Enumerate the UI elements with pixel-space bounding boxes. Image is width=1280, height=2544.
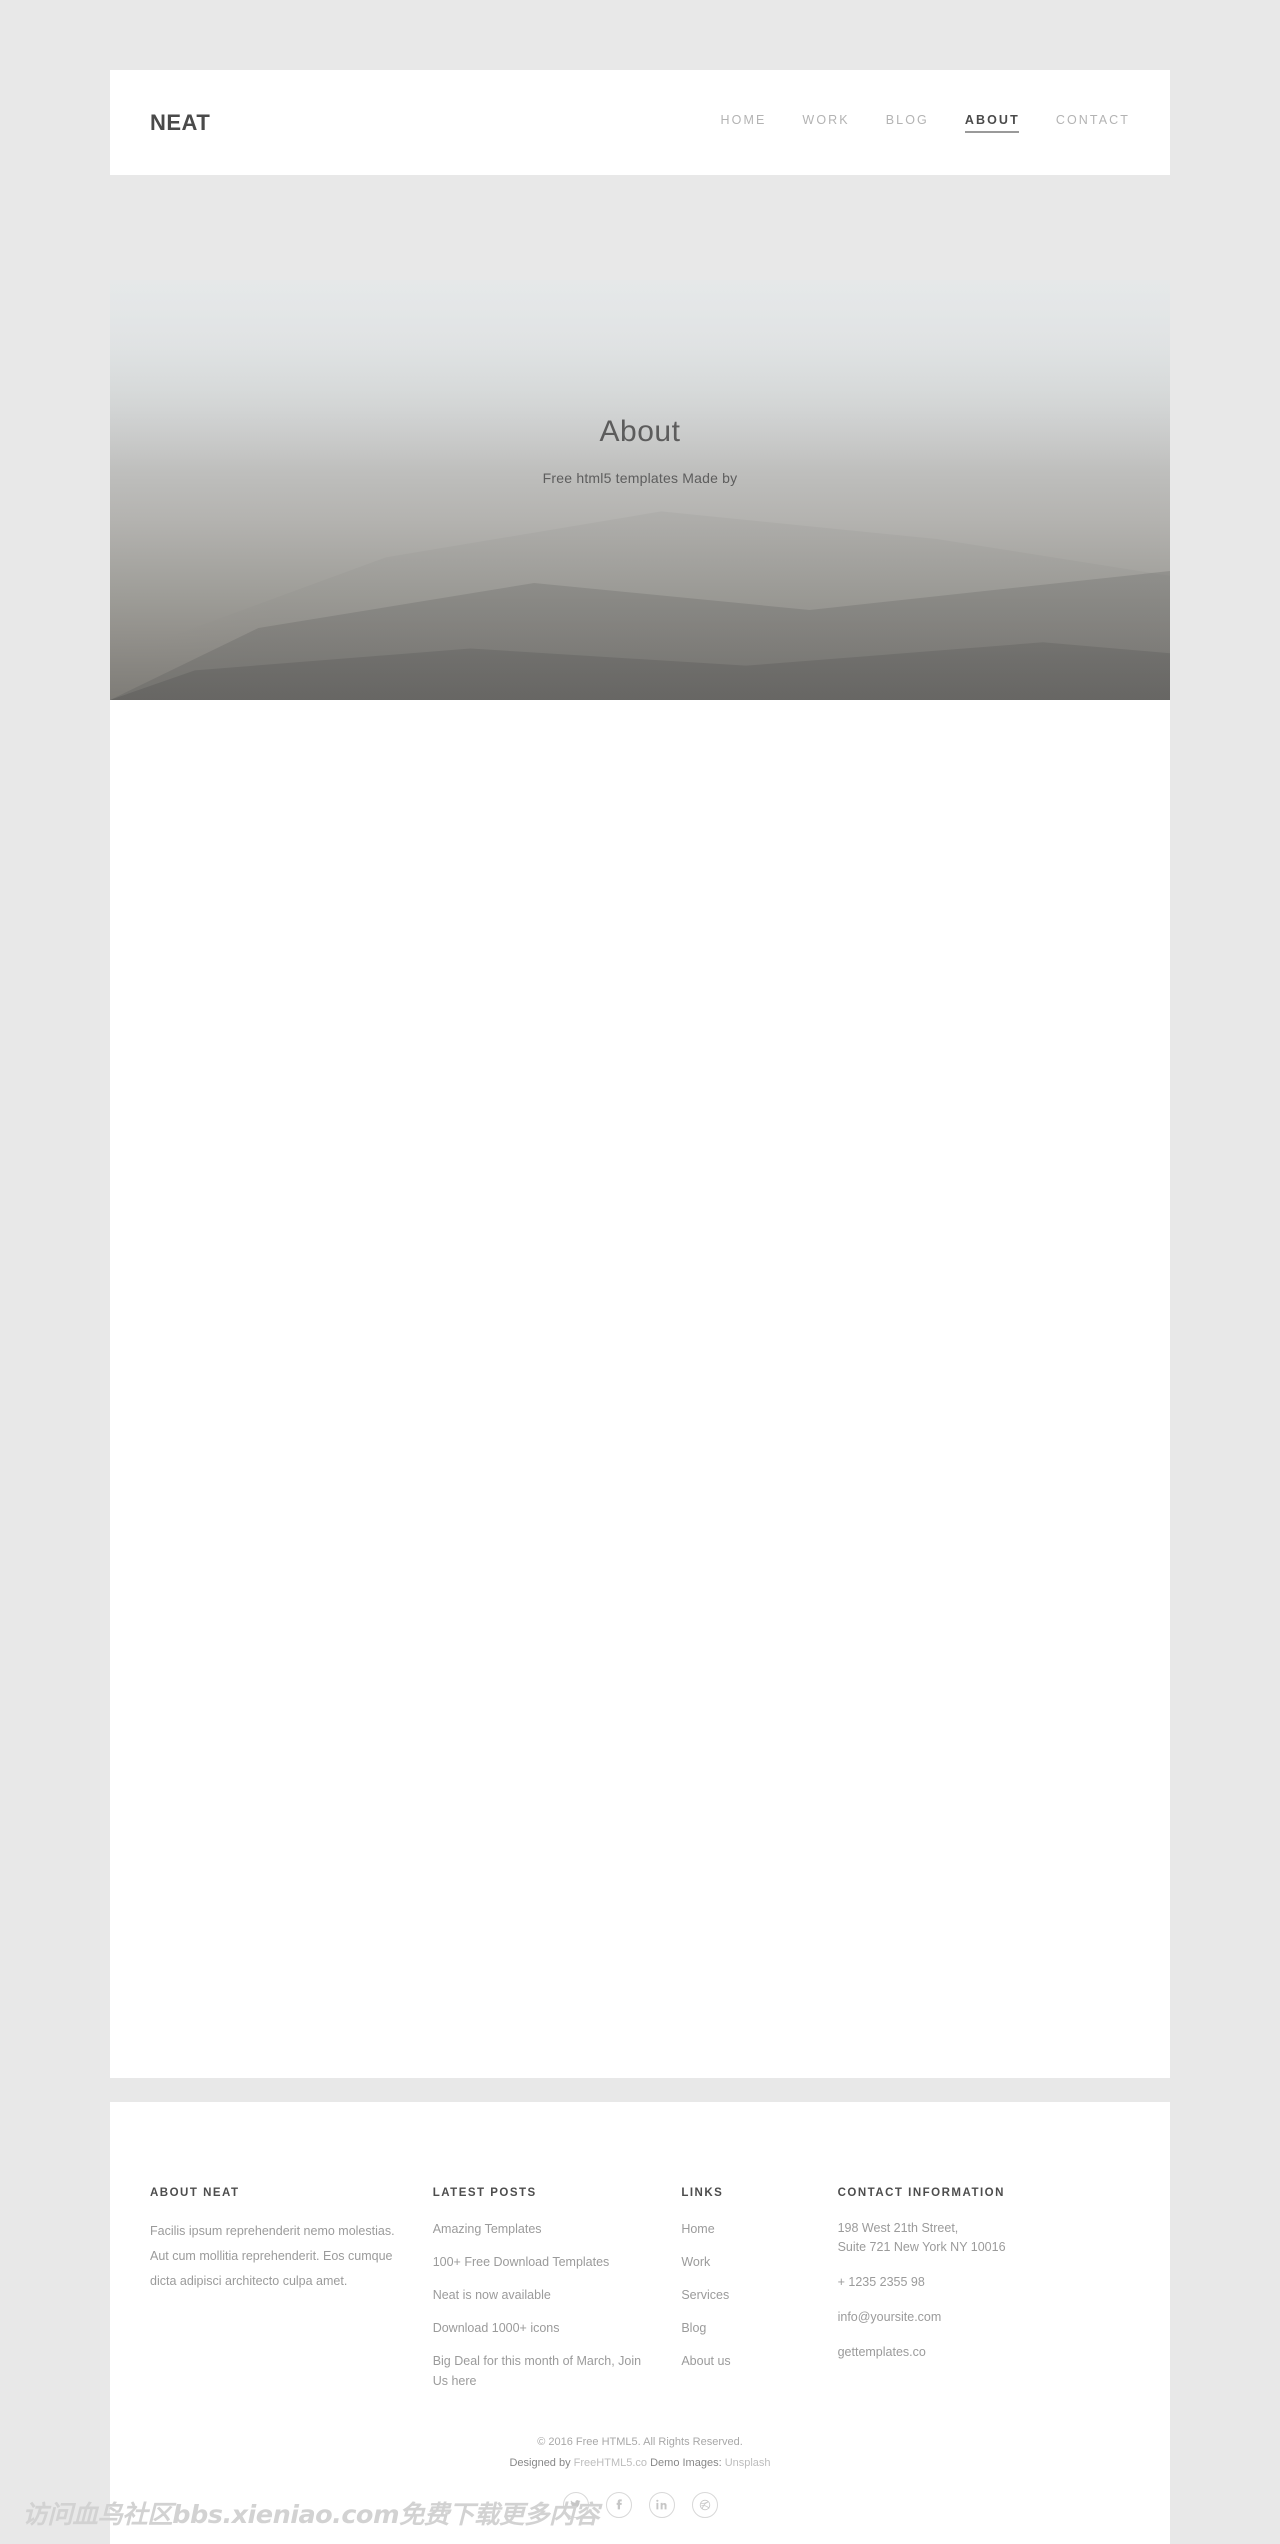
list-item: info@yoursite.com — [838, 2307, 1106, 2327]
list-item: Work — [681, 2252, 813, 2272]
list-item: Services — [681, 2285, 813, 2305]
list-item: Big Deal for this month of March, Join U… — [433, 2351, 658, 2391]
header-inner: NEAT HOME WORK BLOG ABOUT CONTACT — [110, 70, 1170, 175]
list-item: About us — [681, 2351, 813, 2371]
latest-post-link[interactable]: Big Deal for this month of March, Join U… — [433, 2351, 658, 2391]
footer-link-about-us[interactable]: About us — [681, 2351, 730, 2371]
footer-column-contact: CONTACT INFORMATION 198 West 21th Street… — [838, 2187, 1130, 2391]
footer-heading-latest-posts: LATEST POSTS — [432, 2187, 537, 2199]
nav-item-about[interactable]: ABOUT — [964, 113, 1020, 133]
freehtml5-link[interactable]: FreeHTML5.co — [574, 2457, 647, 2469]
list-item: Download 1000+ icons — [433, 2318, 658, 2338]
nav-item-home[interactable]: HOME — [721, 113, 767, 133]
credits-text: Designed by FreeHTML5.co Demo Images: Un… — [110, 2453, 1170, 2474]
footer-link-services[interactable]: Services — [681, 2285, 729, 2305]
site-header: NEAT HOME WORK BLOG ABOUT CONTACT — [110, 70, 1170, 175]
footer-heading-links: LINKS — [681, 2187, 724, 2199]
main-navigation: HOME WORK BLOG ABOUT CONTACT — [721, 113, 1130, 133]
page-title: About — [599, 415, 681, 448]
latest-post-link[interactable]: Download 1000+ icons — [433, 2318, 560, 2338]
footer-heading-contact: CONTACT INFORMATION — [837, 2187, 1005, 2199]
list-item: gettemplates.co — [838, 2342, 1106, 2362]
contact-website[interactable]: gettemplates.co — [838, 2342, 926, 2362]
site-footer: ABOUT NEAT Facilis ipsum reprehenderit n… — [110, 2102, 1170, 2544]
list-item: Blog — [681, 2318, 813, 2338]
linkedin-icon[interactable] — [648, 2491, 675, 2518]
nav-item-work[interactable]: WORK — [802, 113, 849, 133]
footer-about-text: Facilis ipsum reprehenderit nemo molesti… — [150, 2224, 395, 2288]
contact-info-list: 198 West 21th Street, Suite 721 New York… — [838, 2219, 1106, 2362]
site-watermark: 访问血鸟社区bbs.xieniao.com免费下载更多内容 — [22, 2500, 599, 2529]
footer-link-blog[interactable]: Blog — [681, 2318, 706, 2338]
list-item: Amazing Templates — [433, 2219, 658, 2239]
list-item: Home — [681, 2219, 813, 2239]
contact-phone: + 1235 2355 98 — [837, 2274, 925, 2289]
main-content-area — [110, 700, 1170, 2078]
brand-logo[interactable]: NEAT — [150, 110, 210, 136]
footer-column-links: LINKS Home Work Services Blog About us — [681, 2187, 837, 2391]
latest-post-link[interactable]: Neat is now available — [433, 2285, 551, 2305]
latest-posts-list: Amazing Templates 100+ Free Download Tem… — [433, 2219, 658, 2391]
nav-item-blog[interactable]: BLOG — [886, 113, 929, 133]
facebook-icon[interactable] — [605, 2491, 632, 2518]
list-item: Neat is now available — [433, 2285, 658, 2305]
unsplash-link[interactable]: Unsplash — [725, 2457, 771, 2469]
page-subtitle: Free html5 templates Made by — [542, 470, 738, 486]
footer-column-about: ABOUT NEAT Facilis ipsum reprehenderit n… — [150, 2187, 433, 2391]
footer-links-list: Home Work Services Blog About us — [681, 2219, 813, 2371]
footer-link-home[interactable]: Home — [681, 2219, 714, 2239]
list-item: + 1235 2355 98 — [838, 2273, 1106, 2292]
hero-section: About Free html5 templates Made by — [110, 280, 1170, 700]
contact-email[interactable]: info@yoursite.com — [838, 2307, 942, 2327]
list-item: 100+ Free Download Templates — [433, 2252, 658, 2272]
copyright-text: © 2016 Free HTML5. All Rights Reserved. — [537, 2436, 743, 2448]
footer-column-latest-posts: LATEST POSTS Amazing Templates 100+ Free… — [433, 2187, 682, 2391]
dribbble-icon[interactable] — [691, 2491, 718, 2518]
latest-post-link[interactable]: 100+ Free Download Templates — [433, 2252, 610, 2272]
contact-address-line2: Suite 721 New York NY 10016 — [837, 2240, 1006, 2255]
nav-item-contact[interactable]: CONTACT — [1056, 113, 1130, 133]
designed-by-label: Designed by — [509, 2456, 571, 2469]
list-item: 198 West 21th Street, Suite 721 New York… — [838, 2219, 1106, 2258]
footer-heading-about: ABOUT NEAT — [150, 2187, 240, 2199]
demo-images-label: Demo Images: — [650, 2456, 722, 2469]
hero-content: About Free html5 templates Made by — [110, 280, 1170, 700]
page-root: NEAT HOME WORK BLOG ABOUT CONTACT About … — [0, 0, 1280, 2544]
footer-link-work[interactable]: Work — [681, 2252, 710, 2272]
latest-post-link[interactable]: Amazing Templates — [433, 2219, 542, 2239]
footer-columns: ABOUT NEAT Facilis ipsum reprehenderit n… — [110, 2102, 1170, 2391]
contact-address-line1: 198 West 21th Street, — [837, 2221, 959, 2235]
